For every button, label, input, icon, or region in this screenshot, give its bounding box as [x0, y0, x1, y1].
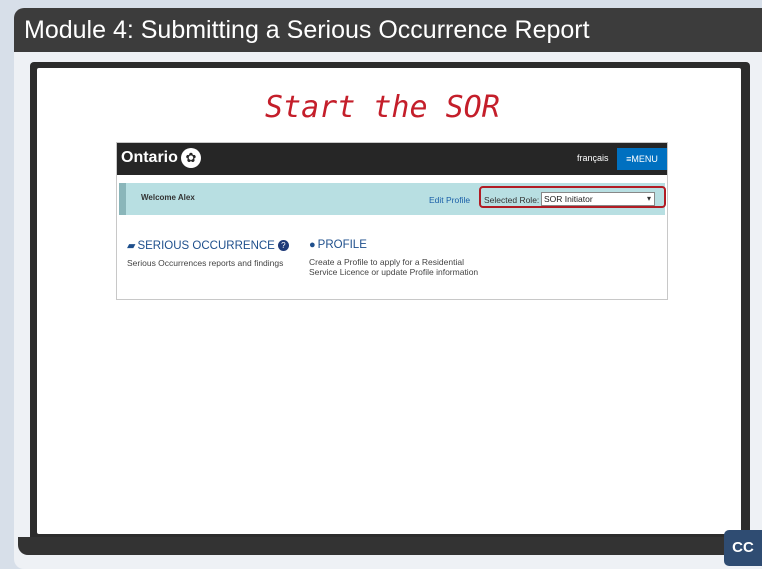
welcome-bar: Welcome Alex Edit Profile Selected Role:…	[119, 183, 666, 215]
ontario-header: Ontario ✿ français ≡MENU	[117, 143, 667, 175]
trillium-icon: ✿	[181, 148, 201, 168]
tile-profile-desc: Create a Profile to apply for a Resident…	[309, 257, 479, 277]
welcome-accent	[119, 183, 126, 215]
module-title: Module 4: Submitting a Serious Occurrenc…	[24, 16, 590, 44]
role-select[interactable]: SOR Initiator ▾	[541, 192, 655, 206]
help-icon[interactable]: ?	[277, 240, 289, 251]
role-select-value: SOR Initiator	[544, 194, 593, 204]
slide-content	[37, 68, 741, 534]
language-link[interactable]: français	[577, 153, 609, 163]
chevron-down-icon: ▾	[646, 194, 651, 203]
slide-frame	[30, 62, 750, 546]
slide-heading: Start the SOR	[265, 90, 500, 125]
module-header: Module 4: Submitting a Serious Occurrenc…	[14, 8, 762, 52]
ontario-logo: Ontario	[121, 149, 178, 166]
portal-screenshot: Ontario ✿ français ≡MENU Welcome Alex Ed…	[116, 142, 668, 300]
edit-profile-link[interactable]: Edit Profile	[429, 195, 470, 205]
selected-role-label: Selected Role:	[484, 195, 540, 205]
tile-profile-title[interactable]: ● PROFILE	[309, 239, 479, 251]
tile-serious-occurrence[interactable]: ▰ SERIOUS OCCURRENCE? Serious Occurrences…	[127, 239, 297, 268]
tile-serious-occurrence-desc: Serious Occurrences reports and findings	[127, 258, 284, 268]
briefcase-icon: ▰	[127, 240, 136, 252]
tile-profile[interactable]: ● PROFILE Create a Profile to apply for a…	[309, 239, 479, 277]
closed-captions-button[interactable]: CC	[724, 530, 762, 566]
person-icon: ●	[309, 239, 316, 251]
tile-serious-occurrence-title[interactable]: ▰ SERIOUS OCCURRENCE?	[127, 239, 297, 252]
menu-button[interactable]: ≡MENU	[617, 148, 667, 170]
player-bottom-bar	[18, 537, 762, 555]
welcome-text: Welcome Alex	[141, 193, 195, 202]
